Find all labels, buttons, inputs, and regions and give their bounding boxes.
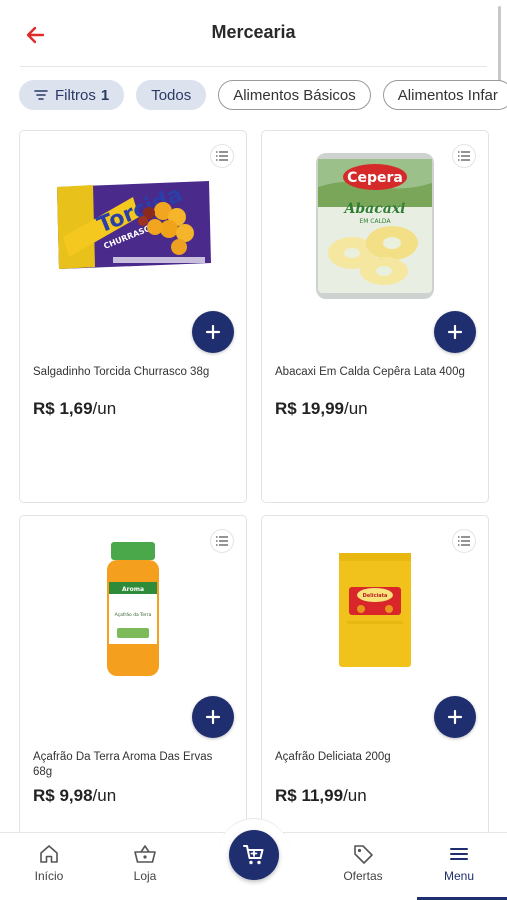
nav-item-ofertas[interactable]: Ofertas bbox=[328, 843, 398, 883]
nav-label-menu: Menu bbox=[443, 869, 475, 883]
product-image: Deliciata bbox=[282, 530, 468, 690]
plus-icon bbox=[447, 324, 463, 340]
nav-label-ofertas: Ofertas bbox=[343, 869, 383, 883]
nav-label-loja: Loja bbox=[133, 869, 157, 883]
product-price: R$ 11,99/un bbox=[275, 786, 367, 805]
product-image: Torcida CHURRASCO bbox=[40, 145, 226, 305]
product-image: Cepera Abacaxi EM CALDA bbox=[282, 145, 468, 305]
chip-todos[interactable]: Todos bbox=[136, 80, 207, 110]
product-image-brand: Aroma bbox=[122, 586, 144, 593]
product-price: R$ 1,69/un bbox=[33, 399, 117, 418]
plus-icon bbox=[205, 709, 221, 725]
product-name: Açafrão Deliciata 200g bbox=[275, 751, 391, 763]
product-image: Aroma Açafrão da Terra bbox=[40, 530, 226, 690]
product-card[interactable]: Deliciata Açafrão Deliciata 200g R$ 11,9… bbox=[261, 515, 489, 845]
product-name: Salgadinho Torcida Churrasco 38g bbox=[33, 366, 210, 378]
menu-icon bbox=[450, 848, 468, 860]
filters-chip-label: Filtros bbox=[55, 86, 96, 104]
add-to-cart-button[interactable] bbox=[192, 311, 234, 353]
product-name: Abacaxi Em Calda Cepêra Lata 400g bbox=[275, 366, 465, 378]
product-price: R$ 9,98/un bbox=[33, 786, 117, 805]
filters-count: 1 bbox=[100, 86, 110, 104]
home-icon bbox=[40, 845, 58, 863]
chip-alimentos-infantis[interactable]: Alimentos Infar bbox=[382, 80, 507, 110]
nav-item-menu[interactable]: Menu bbox=[424, 843, 494, 883]
basket-icon bbox=[134, 845, 156, 863]
nav-item-inicio[interactable]: Início bbox=[14, 843, 84, 883]
product-image-sub2: EM CALDA bbox=[359, 218, 391, 225]
product-card[interactable]: Torcida CHURRASCO Salgadinho Torcida Chu… bbox=[19, 130, 247, 503]
product-image-brand: Deliciata bbox=[363, 593, 388, 599]
filter-chips: Filtros 1 Todos Alimentos Básicos Alimen… bbox=[19, 80, 507, 112]
scrollbar[interactable] bbox=[498, 6, 501, 86]
nav-label-inicio: Início bbox=[34, 869, 64, 883]
page-title: Mercearia bbox=[211, 22, 296, 42]
cart-icon bbox=[243, 845, 264, 865]
app-header: Mercearia bbox=[0, 0, 507, 68]
product-price: R$ 19,99/un bbox=[275, 399, 368, 418]
filters-chip[interactable]: Filtros 1 bbox=[19, 80, 125, 110]
plus-icon bbox=[205, 324, 221, 340]
cart-button[interactable] bbox=[229, 830, 279, 880]
header-divider bbox=[20, 66, 487, 67]
add-to-cart-button[interactable] bbox=[434, 696, 476, 738]
nav-item-loja[interactable]: Loja bbox=[110, 843, 180, 883]
product-image-sub: Açafrão da Terra bbox=[115, 612, 152, 618]
product-name: Açafrão Da Terra Aroma Das Ervas 68g bbox=[33, 751, 213, 778]
product-image-brand: Cepera bbox=[347, 170, 403, 186]
filter-icon bbox=[34, 90, 48, 100]
product-card[interactable]: Aroma Açafrão da Terra Açafrão Da Terra … bbox=[19, 515, 247, 845]
chip-alimentos-basicos[interactable]: Alimentos Básicos bbox=[218, 80, 371, 110]
tag-icon bbox=[354, 845, 373, 864]
plus-icon bbox=[447, 709, 463, 725]
product-card[interactable]: Cepera Abacaxi EM CALDA Abacaxi Em Calda… bbox=[261, 130, 489, 503]
product-image-sub: Abacaxi bbox=[343, 201, 406, 217]
add-to-cart-button[interactable] bbox=[434, 311, 476, 353]
add-to-cart-button[interactable] bbox=[192, 696, 234, 738]
